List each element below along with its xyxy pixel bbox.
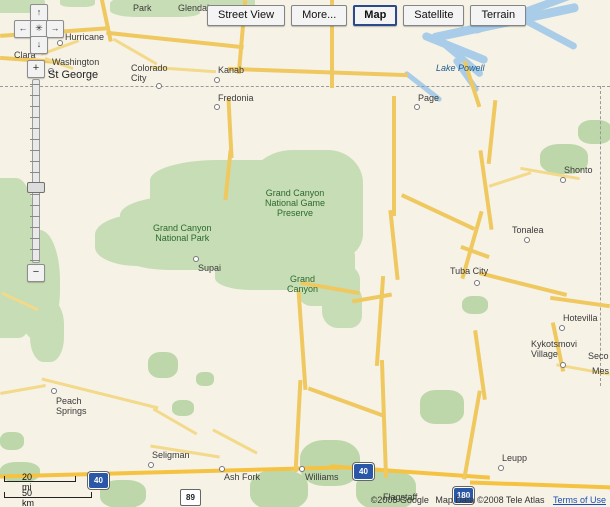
place-marker-dot: [214, 104, 220, 110]
highway-89: [392, 96, 396, 216]
place-marker-dot: [560, 362, 566, 368]
zoom-slider-handle[interactable]: [27, 182, 45, 193]
pan-control[interactable]: ↑ ← ✳ → ↓: [14, 4, 64, 56]
map-type-controls[interactable]: Street View More... Map Satellite Terrain: [207, 5, 527, 26]
more-button[interactable]: More...: [291, 5, 348, 26]
pan-down-button[interactable]: ↓: [30, 36, 48, 54]
place-label: Tonalea: [512, 225, 544, 235]
place-marker-dot: [524, 237, 530, 243]
place-marker-dot: [498, 465, 504, 471]
place-label: St George: [48, 69, 99, 81]
satellite-button[interactable]: Satellite: [403, 5, 465, 26]
forest-area: [420, 390, 464, 424]
forest-area: [0, 432, 24, 450]
copyright-text: ©2008 Google: [370, 495, 429, 505]
mapdata-text: Map Data ©2008 Tele Atlas: [435, 495, 545, 505]
place-marker-dot: [414, 104, 420, 110]
pan-right-button[interactable]: →: [46, 20, 64, 38]
zoom-control[interactable]: + −: [27, 60, 49, 282]
scale-bar-km-label: 50 km: [22, 488, 34, 507]
zoom-tick: [30, 150, 40, 151]
place-label: Mes: [592, 366, 610, 376]
place-marker-dot: [148, 462, 154, 468]
place-marker-dot: [57, 40, 63, 46]
terms-of-use-link[interactable]: Terms of Use: [553, 495, 606, 505]
map-button[interactable]: Map: [353, 5, 398, 26]
place-label: Washington: [52, 57, 100, 67]
zoom-tick: [30, 161, 40, 162]
street-view-button[interactable]: Street View: [207, 5, 286, 26]
place-label: Shonto: [564, 165, 593, 175]
place-label: Hotevilla: [563, 313, 598, 323]
map-attribution: ©2008 Google Map Data ©2008 Tele Atlas T…: [371, 495, 606, 505]
zoom-tick: [30, 227, 40, 228]
place-label: Fredonia: [218, 93, 254, 103]
place-marker-dot: [193, 256, 199, 262]
zoom-tick: [30, 260, 40, 261]
zoom-in-button[interactable]: +: [27, 60, 45, 78]
place-marker-dot: [156, 83, 162, 89]
zoom-tick: [30, 128, 40, 129]
forest-area: [462, 296, 488, 314]
place-marker-dot: [559, 325, 565, 331]
place-label: Supai: [198, 263, 222, 273]
place-marker-dot: [51, 388, 57, 394]
route-shield-40: 40: [88, 472, 109, 489]
scale-bar-miles-line: [4, 476, 76, 482]
forest-area: [578, 120, 610, 144]
terrain-button[interactable]: Terrain: [470, 5, 527, 26]
zoom-tick: [30, 216, 40, 217]
zoom-tick: [30, 205, 40, 206]
zoom-tick: [30, 194, 40, 195]
forest-area: [172, 400, 194, 416]
scale-bar-km-line: [4, 492, 92, 498]
place-label: Peach Springs: [56, 396, 87, 416]
place-label: Grand Canyon National Game Preserve: [265, 188, 326, 218]
place-label: Seco: [588, 351, 609, 361]
forest-area: [196, 372, 214, 386]
route-shield-40: 40: [353, 463, 374, 480]
route-shield-89: 89: [180, 489, 201, 506]
place-label: Hurricane: [65, 32, 105, 42]
place-label: Ash Fork: [224, 472, 261, 482]
place-label: Colorado City: [131, 63, 168, 83]
place-label: Page: [418, 93, 440, 103]
zoom-tick: [30, 139, 40, 140]
state-border-line: [0, 86, 610, 87]
place-label: Tuba City: [450, 266, 489, 276]
zoom-tick: [30, 249, 40, 250]
zoom-tick: [30, 84, 40, 85]
state-border-line: [600, 86, 601, 386]
place-label: Seligman: [152, 450, 190, 460]
zoom-tick: [30, 95, 40, 96]
place-label: Lake Powell: [436, 63, 485, 73]
forest-area: [148, 352, 178, 378]
forest-area: [60, 0, 95, 7]
place-label: Williams: [305, 472, 339, 482]
place-label: Kanab: [218, 65, 245, 75]
place-label: Kykotsmovi Village: [531, 339, 578, 359]
zoom-out-button[interactable]: −: [27, 264, 45, 282]
place-marker-dot: [214, 77, 220, 83]
place-label: Grand Canyon: [287, 274, 319, 294]
place-marker-dot: [560, 177, 566, 183]
zoom-tick: [30, 106, 40, 107]
zoom-tick: [30, 117, 40, 118]
zoom-tick: [30, 172, 40, 173]
zoom-tick: [30, 238, 40, 239]
place-label: Leupp: [502, 453, 528, 463]
map-canvas[interactable]: Park Glendale Hurricane Colorado City Kanab L…: [0, 0, 610, 507]
place-label: Park: [133, 3, 152, 13]
place-marker-dot: [474, 280, 480, 286]
place-label: Grand Canyon National Park: [153, 223, 212, 243]
